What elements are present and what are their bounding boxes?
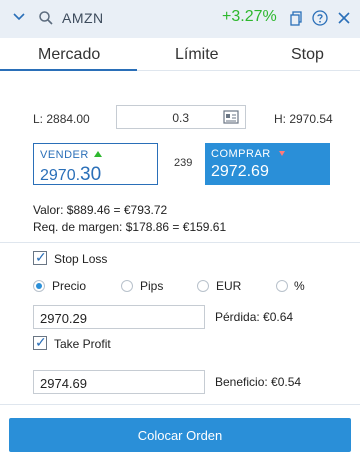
stop-loss-checkbox[interactable]: ✓ — [33, 249, 47, 265]
sell-button[interactable]: VENDER 2970.30 — [33, 143, 158, 185]
close-icon[interactable] — [336, 10, 352, 26]
radio-percent-label[interactable]: % — [294, 279, 305, 293]
place-order-button[interactable]: Colocar Orden — [9, 418, 351, 452]
active-tab-indicator — [0, 69, 137, 71]
quantity-value: 0.3 — [172, 111, 189, 125]
buy-price: 2972.69 — [211, 163, 269, 180]
search-icon[interactable] — [38, 10, 54, 26]
buy-button[interactable]: COMPRAR 2972.69 — [205, 143, 330, 185]
price-change: +3.27% — [222, 8, 277, 25]
tab-stop[interactable]: Stop — [291, 46, 324, 64]
sell-price: 2970.30 — [40, 164, 102, 185]
take-profit-checkbox[interactable]: ✓ — [33, 334, 47, 350]
divider — [0, 242, 360, 243]
calculator-icon[interactable] — [223, 110, 239, 124]
order-value: Valor: $889.46 = €793.72 — [33, 203, 168, 217]
spread: 239 — [174, 157, 193, 169]
radio-pips-label[interactable]: Pips — [140, 279, 163, 293]
low-price: L: 2884.00 — [33, 112, 90, 126]
stop-loss-price-value: 2970.29 — [40, 311, 87, 326]
sell-price-pips: 30 — [80, 164, 102, 185]
radio-pips[interactable] — [121, 280, 133, 292]
take-profit-label[interactable]: Take Profit — [54, 337, 111, 351]
copy-icon[interactable] — [288, 10, 304, 26]
top-bar: AMZN +3.27% — [0, 0, 360, 38]
quantity-input[interactable]: 0.3 — [116, 105, 246, 129]
sell-label: VENDER — [40, 149, 89, 161]
help-icon[interactable] — [312, 10, 328, 26]
down-arrow-icon — [279, 151, 285, 156]
margin-requirement: Req. de margen: $178.86 = €159.61 — [33, 220, 227, 234]
up-arrow-icon — [94, 151, 102, 157]
chevron-down-icon[interactable] — [12, 10, 26, 24]
take-profit-amount: Beneficio: €0.54 — [215, 375, 302, 389]
tab-limit[interactable]: Límite — [175, 46, 219, 64]
stop-loss-amount: Pérdida: €0.64 — [215, 310, 294, 324]
radio-percent[interactable] — [276, 280, 288, 292]
radio-eur[interactable] — [197, 280, 209, 292]
radio-price[interactable] — [33, 280, 45, 292]
buy-label: COMPRAR — [211, 148, 271, 160]
stop-loss-label[interactable]: Stop Loss — [54, 252, 107, 266]
place-order-label: Colocar Orden — [137, 428, 223, 443]
take-profit-price-input[interactable]: 2974.69 — [33, 370, 205, 394]
radio-eur-label[interactable]: EUR — [216, 279, 241, 293]
high-price: H: 2970.54 — [274, 112, 333, 126]
checkmark-icon: ✓ — [35, 249, 47, 265]
checkmark-icon: ✓ — [35, 334, 47, 350]
tab-market[interactable]: Mercado — [38, 46, 100, 64]
radio-price-label[interactable]: Precio — [52, 279, 86, 293]
order-type-tabs: Mercado Límite Stop — [0, 38, 360, 71]
stop-loss-price-input[interactable]: 2970.29 — [33, 305, 205, 329]
divider — [0, 404, 360, 405]
instrument-symbol[interactable]: AMZN — [62, 10, 104, 26]
take-profit-price-value: 2974.69 — [40, 376, 87, 391]
